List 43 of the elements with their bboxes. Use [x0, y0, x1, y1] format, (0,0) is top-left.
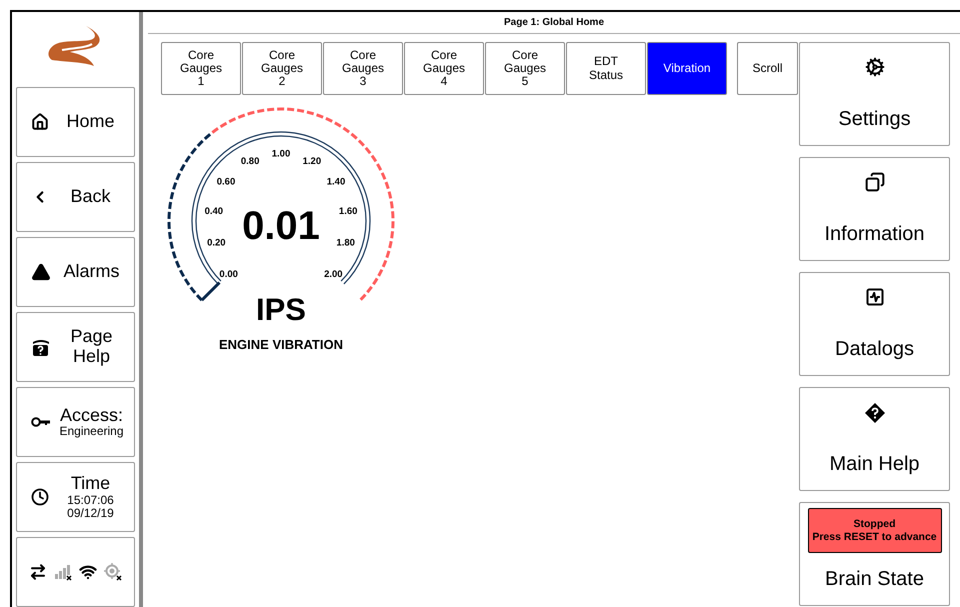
clock-icon — [31, 488, 49, 506]
gauge-value: 0.01 — [242, 204, 320, 248]
tab[interactable]: Core Gauges 3 — [323, 42, 403, 95]
sidebar-button[interactable]: Access: Engineering — [16, 387, 135, 457]
value-indicator — [200, 281, 221, 302]
scale-label: 0.20 — [207, 238, 226, 249]
scale-label: 1.20 — [302, 156, 322, 167]
tab[interactable]: Core Gauges 2 — [242, 42, 322, 95]
sidebar-button[interactable]: Page Help — [16, 312, 135, 382]
scale-label: 2.00 — [324, 268, 343, 280]
key-icon — [31, 415, 51, 429]
scale-label: 0.80 — [240, 156, 260, 167]
scale-label: 1.60 — [338, 206, 358, 217]
home-icon — [31, 113, 49, 131]
menu-button[interactable]: Stopped Press RESET to advance Brain State — [799, 502, 950, 606]
scale-label: 1.80 — [336, 238, 355, 249]
sidebar-button[interactable]: Home — [16, 87, 135, 157]
menu-button[interactable]: Settings — [799, 42, 950, 146]
scroll-button[interactable]: Scroll — [737, 42, 798, 95]
scale-label: 0.00 — [219, 268, 238, 280]
gauge-unit: IPS — [256, 292, 306, 327]
tab[interactable]: Vibration — [647, 42, 727, 95]
page-title: Page 1: Global Home — [148, 12, 960, 34]
menu-button[interactable]: Information — [799, 157, 950, 261]
scale-label: 0.40 — [204, 206, 224, 217]
page-help-icon — [31, 337, 51, 357]
sidebar-button[interactable]: Alarms — [16, 237, 135, 307]
tab[interactable]: Core Gauges 4 — [404, 42, 484, 95]
tab[interactable]: Core Gauges 5 — [485, 42, 565, 95]
chart-icon — [864, 287, 884, 307]
scale-label: 0.60 — [216, 176, 236, 188]
sidebar-button[interactable]: Back — [16, 162, 135, 232]
tab[interactable]: EDT Status — [566, 42, 646, 95]
status-alert: Stopped Press RESET to advance — [808, 508, 942, 553]
tab[interactable]: Core Gauges 1 — [161, 42, 241, 95]
scale-label: 1.00 — [272, 148, 290, 160]
help-icon — [864, 402, 886, 424]
scale-label: 1.40 — [326, 176, 346, 188]
gauge-title: ENGINE VIBRATION — [219, 337, 343, 352]
menu-button[interactable]: Main Help — [799, 387, 950, 491]
sidebar-button[interactable]: Time 15:07:06 09/12/19 — [16, 462, 135, 532]
menu-button[interactable]: Datalogs — [799, 272, 950, 376]
warning-icon — [31, 262, 51, 282]
